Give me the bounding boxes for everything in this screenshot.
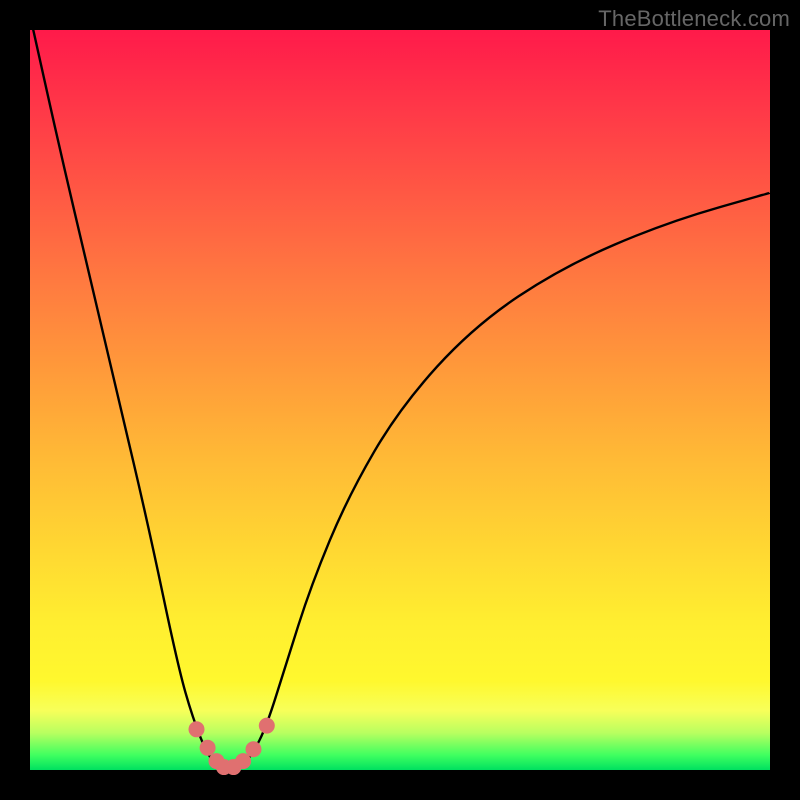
marker-dot bbox=[259, 718, 275, 734]
chart-svg bbox=[30, 30, 770, 770]
chart-frame: TheBottleneck.com bbox=[0, 0, 800, 800]
bottleneck-curve bbox=[30, 15, 770, 769]
marker-dot bbox=[200, 740, 216, 756]
bottleneck-dots bbox=[189, 718, 275, 775]
plot-area bbox=[30, 30, 770, 770]
marker-dot bbox=[189, 721, 205, 737]
watermark-text: TheBottleneck.com bbox=[598, 6, 790, 32]
marker-dot bbox=[245, 741, 261, 757]
